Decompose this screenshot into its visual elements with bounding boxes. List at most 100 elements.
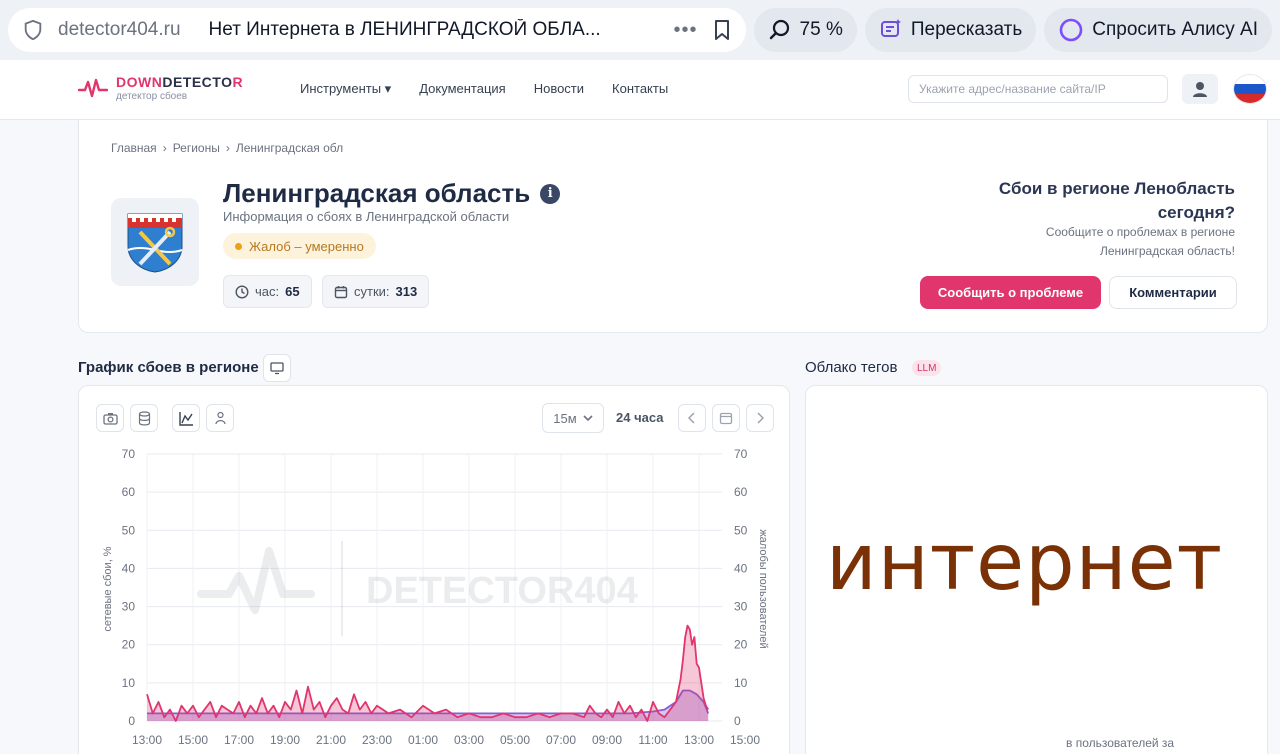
tag-cloud-card: интернет в пользователей за bbox=[805, 385, 1268, 754]
y2-axis-label: жалобы пользователей bbox=[757, 529, 769, 648]
nav-contacts[interactable]: Контакты bbox=[612, 81, 668, 97]
x-tick-label: 15:00 bbox=[178, 733, 208, 747]
y2-tick-label: 40 bbox=[734, 561, 748, 575]
x-axis: 13:00 15:00 17:00 19:00 21:00 23:00 01:00 03:00… bbox=[132, 733, 760, 747]
logo-subtitle: детектор сбоев bbox=[116, 91, 188, 102]
breadcrumb-regions[interactable]: Регионы bbox=[173, 141, 220, 155]
y-tick-label: 30 bbox=[122, 600, 136, 614]
region-card: Главная › Регионы › Ленинградская обл Ле… bbox=[78, 120, 1268, 333]
x-tick-label: 15:00 bbox=[730, 733, 760, 747]
x-tick-label: 01:00 bbox=[408, 733, 438, 747]
y2-tick-label: 30 bbox=[734, 600, 748, 614]
zoom-button[interactable]: 75 % bbox=[753, 8, 857, 52]
x-tick-label: 07:00 bbox=[546, 733, 576, 747]
logo-title: DOWNDETECTOR bbox=[116, 74, 244, 90]
y-axis-right: 0 10 20 30 40 50 60 70 bbox=[734, 447, 748, 728]
outages-question: Сбои в регионе Ленобласть сегодня? bbox=[998, 179, 1235, 222]
logo[interactable]: DOWNDETECTOR детектор сбоев bbox=[78, 74, 243, 102]
breadcrumb-home[interactable]: Главная bbox=[111, 141, 157, 155]
y-tick-label: 70 bbox=[122, 447, 136, 461]
outage-chart[interactable]: DETECTOR404 0 10 20 30 40 50 60 70 0 10 20 30 40 50 6… bbox=[79, 386, 791, 754]
x-tick-label: 09:00 bbox=[592, 733, 622, 747]
cloud-section-title: Облако тегов bbox=[805, 359, 898, 376]
y2-tick-label: 70 bbox=[734, 447, 748, 461]
hour-counter: час: 65 bbox=[223, 275, 312, 308]
y-tick-label: 20 bbox=[122, 638, 136, 652]
info-icon[interactable]: i bbox=[540, 183, 561, 204]
x-tick-label: 19:00 bbox=[270, 733, 300, 747]
nav-news[interactable]: Новости bbox=[534, 81, 584, 97]
comments-button[interactable]: Комментарии bbox=[1109, 276, 1237, 309]
shield-icon bbox=[24, 19, 42, 41]
retell-button[interactable]: Пересказать bbox=[864, 8, 1037, 52]
x-tick-label: 03:00 bbox=[454, 733, 484, 747]
pulse-logo-icon bbox=[78, 78, 108, 98]
series-line-complaints bbox=[146, 624, 709, 722]
outage-chart-card: 15м 24 часа DETECTOR404 0 10 20 30 40 50 60 70 … bbox=[78, 385, 790, 754]
page-title: Ленинградская область i bbox=[223, 178, 561, 209]
browser-toolbar: detector404.ru Нет Интернета в ЛЕНИНГРАД… bbox=[0, 0, 1280, 60]
retell-icon bbox=[880, 19, 901, 37]
calendar-icon bbox=[334, 285, 348, 298]
y-tick-label: 60 bbox=[122, 485, 136, 499]
search-zoom-icon bbox=[769, 19, 789, 40]
y2-tick-label: 20 bbox=[734, 638, 748, 652]
x-tick-label: 17:00 bbox=[224, 733, 254, 747]
status-dot-icon bbox=[235, 242, 242, 250]
day-counter: сутки: 313 bbox=[322, 275, 430, 308]
bookmark-icon[interactable] bbox=[712, 19, 732, 41]
y-axis-label: сетевые сбои, % bbox=[102, 546, 114, 631]
site-header: DOWNDETECTOR детектор сбоев Инструменты … bbox=[0, 60, 1280, 120]
y-tick-label: 10 bbox=[122, 676, 136, 690]
nav-tools[interactable]: Инструменты ▾ bbox=[300, 81, 391, 97]
y2-tick-label: 0 bbox=[734, 714, 741, 728]
monitor-icon bbox=[270, 362, 284, 375]
ask-alice-button[interactable]: Спросить Алису AI bbox=[1044, 8, 1272, 52]
y2-tick-label: 60 bbox=[734, 485, 748, 499]
status-badge: Жалоб – умеренно bbox=[223, 233, 376, 259]
breadcrumb: Главная › Регионы › Ленинградская обл bbox=[111, 141, 344, 155]
user-icon bbox=[1193, 82, 1207, 97]
chart-section-title: График сбоев в регионе bbox=[78, 359, 259, 376]
llm-badge: LLM bbox=[912, 360, 942, 376]
retell-label: Пересказать bbox=[910, 19, 1023, 40]
address-bar[interactable]: detector404.ru Нет Интернета в ЛЕНИНГРАД… bbox=[8, 8, 746, 52]
x-tick-label: 13:00 bbox=[132, 733, 162, 747]
url-domain: detector404.ru bbox=[58, 19, 181, 40]
russia-flag-icon[interactable] bbox=[1233, 74, 1267, 104]
coat-of-arms-icon bbox=[127, 213, 183, 273]
more-icon[interactable]: ••• bbox=[674, 19, 698, 42]
region-crest bbox=[111, 198, 199, 286]
fullscreen-button[interactable] bbox=[263, 354, 291, 382]
x-tick-label: 23:00 bbox=[362, 733, 392, 747]
clock-icon bbox=[235, 284, 249, 299]
series-area-complaints bbox=[147, 625, 709, 721]
region-subtitle: Информация о сбоях в Ленинградской облас… bbox=[223, 209, 510, 224]
y2-tick-label: 50 bbox=[734, 523, 748, 537]
y-tick-label: 40 bbox=[122, 561, 136, 575]
site-search-input[interactable]: Укажите адрес/название сайта/IP bbox=[908, 75, 1168, 103]
chart-watermark: DETECTOR404 bbox=[197, 541, 638, 636]
y-tick-label: 0 bbox=[128, 714, 135, 728]
cloud-tag[interactable]: интернет bbox=[826, 518, 1223, 608]
breadcrumb-current: Ленинградская обл bbox=[235, 141, 344, 155]
x-tick-label: 11:00 bbox=[638, 733, 667, 747]
x-tick-label: 05:00 bbox=[500, 733, 530, 747]
y-tick-label: 50 bbox=[122, 523, 136, 537]
report-problem-button[interactable]: Сообщить о проблеме bbox=[920, 276, 1101, 309]
tab-title: Нет Интернета в ЛЕНИНГРАДСКОЙ ОБЛА... bbox=[208, 19, 601, 40]
zoom-level: 75 % bbox=[799, 19, 843, 40]
y-axis-left: 0 10 20 30 40 50 60 70 bbox=[122, 447, 136, 728]
y2-tick-label: 10 bbox=[734, 676, 748, 690]
outages-prompt: Сообщите о проблемах в регионе Ленинград… bbox=[1045, 225, 1235, 258]
main-nav: Инструменты ▾ Документация Новости Конта… bbox=[300, 81, 668, 97]
user-button[interactable] bbox=[1182, 74, 1218, 104]
ask-alice-label: Спросить Алису AI bbox=[1092, 19, 1258, 40]
alice-icon bbox=[1059, 18, 1083, 42]
x-tick-label: 21:00 bbox=[316, 733, 346, 747]
watermark-text: DETECTOR404 bbox=[366, 570, 638, 612]
chart-series bbox=[146, 624, 710, 722]
x-tick-label: 13:00 bbox=[684, 733, 714, 747]
nav-docs[interactable]: Документация bbox=[419, 81, 506, 97]
cloud-caption: в пользователей за bbox=[1066, 736, 1175, 750]
